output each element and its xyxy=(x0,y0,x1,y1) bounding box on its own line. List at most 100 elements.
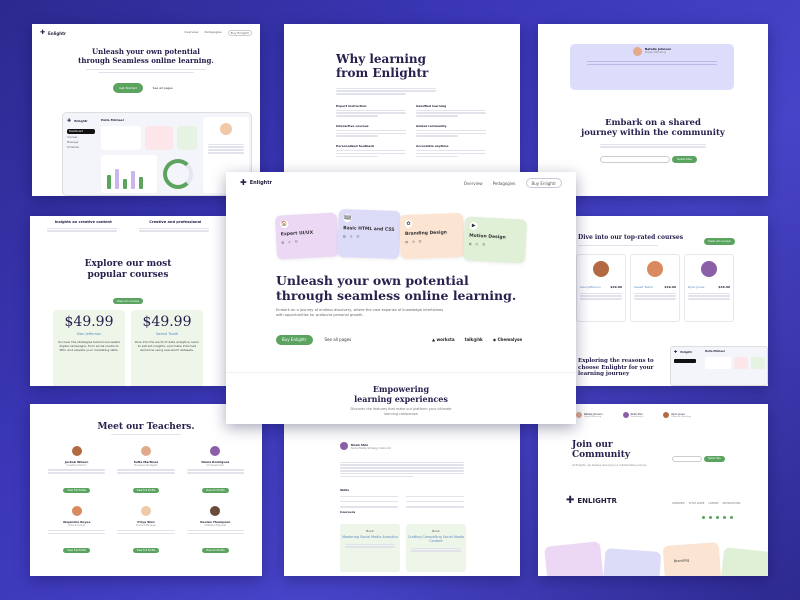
partner-logos: ▲ worksta talk@hk ◉ Chemalyse xyxy=(432,337,522,342)
preview-home-hero: ✚ Enlightr Overview Pedagogies Buy Enligh… xyxy=(32,24,260,196)
tab-insights[interactable]: Insights on creative content xyxy=(55,220,112,224)
skills-list xyxy=(340,494,464,509)
footer-card xyxy=(720,547,768,576)
course-card[interactable]: Sian Jefferson $49.99 xyxy=(576,254,626,322)
view-profile-button[interactable]: View Full Profile xyxy=(132,548,160,554)
brand-name: Enlightr xyxy=(48,30,66,36)
dashboard-nav-item[interactable]: Message xyxy=(67,141,95,144)
mini-stat xyxy=(751,357,765,369)
feature-item: Interactive courses xyxy=(336,124,406,138)
course-title: Expert UI/UX xyxy=(280,230,314,238)
email-field[interactable] xyxy=(600,156,670,163)
subscribe-button[interactable]: Subscribe xyxy=(672,156,697,163)
users-icon: ☺ xyxy=(482,242,486,247)
avatar xyxy=(140,445,151,456)
users-icon: ☺ xyxy=(418,239,422,244)
course-icon: ✿ xyxy=(404,219,413,228)
social-icon[interactable] xyxy=(716,516,719,519)
why-subtitle xyxy=(336,86,436,96)
footer-link[interactable]: INSTRUCTIONS xyxy=(722,502,740,505)
progress-ring xyxy=(163,159,193,189)
price-card[interactable]: $49.99 Sian Jefferson Uncover the strate… xyxy=(53,310,125,386)
subscribe-button[interactable]: Subscribe xyxy=(704,456,725,462)
footer-logo[interactable]: ✚ ENLIGHTR xyxy=(566,496,617,506)
preview-course-detail: Noah Shin Social Media Strategy Instructo… xyxy=(284,404,520,576)
course-card[interactable]: Ryan Jones $49.99 xyxy=(684,254,734,322)
nav-buy[interactable]: Buy Enlightr xyxy=(227,30,252,36)
brand-name: Enlightr xyxy=(249,180,273,186)
brand-logo[interactable]: ✚ Enlightr xyxy=(40,29,66,37)
chart-card xyxy=(101,155,157,193)
buy-enlightr-nav-button[interactable]: Buy Enlightr xyxy=(525,178,562,188)
hero-subtitle: Embark on a journey of endless discovery… xyxy=(276,308,444,317)
feature-item: Gamified learning xyxy=(416,104,486,118)
dashboard-nav-item[interactable]: Courses xyxy=(67,136,95,139)
price-card[interactable]: $49.99 Saeed Tsaldi Dive into the world … xyxy=(131,310,203,386)
avatar xyxy=(701,261,717,277)
avatar xyxy=(663,412,670,418)
course-card-branding[interactable]: ✿ Branding Design ▤ ◷ ☺ xyxy=(399,212,465,260)
avatar xyxy=(71,506,82,517)
course-card[interactable]: Saeed Tsaldi $49.99 xyxy=(630,254,680,322)
nav-pedagogies[interactable]: Pedagogies xyxy=(204,30,221,36)
teacher-card[interactable]: Jackob Wilson Creative Director View Full … xyxy=(44,441,109,495)
course-card-uiux[interactable]: 🏠 Expert UI/UX ▤ ◷ ☺ xyxy=(274,212,340,260)
teacher-name: Saeed Tsaldi xyxy=(634,285,653,289)
see-all-pages-button[interactable]: See all pages xyxy=(319,335,358,345)
social-icon[interactable] xyxy=(709,516,712,519)
course-card-html[interactable]: ⌨ Basic HTML and CSS ▤ ◷ ☺ xyxy=(337,208,401,260)
email-field[interactable] xyxy=(672,456,702,462)
avatar xyxy=(622,412,629,418)
teacher-card[interactable]: Diana Rodriguez UX Researcher View Full Pr… xyxy=(183,441,248,495)
mini-nav-item[interactable] xyxy=(674,359,696,363)
testimonial-quote xyxy=(587,61,717,66)
get-started-button[interactable]: Get Started xyxy=(113,83,143,94)
footer-card xyxy=(544,541,604,576)
view-profile-button[interactable]: View Full Profile xyxy=(63,548,91,554)
teacher-grid: Jackob Wilson Creative Director View Full … xyxy=(30,437,262,560)
lesson-icon: ▤ xyxy=(468,241,472,246)
footer-link[interactable]: LICENSE xyxy=(708,502,718,505)
teacher-card[interactable]: Priya Shin Product Manager View Full Profi… xyxy=(113,501,178,555)
avatar xyxy=(632,47,642,56)
footer-link[interactable]: OVERVIEW xyxy=(672,502,685,505)
social-icon[interactable] xyxy=(702,516,705,519)
teacher-card[interactable]: Alejandro Reyes Data Scientist View Full P… xyxy=(44,501,109,555)
author-role: Social Media Strategy Instructor xyxy=(351,446,392,450)
view-profile-button[interactable]: View Full Profile xyxy=(201,488,229,494)
book-card[interactable]: Book Crafting Compelling Social Media Co… xyxy=(406,524,466,572)
view-all-courses-button[interactable]: View all courses xyxy=(112,298,144,305)
price-description: Uncover the strategies behind successful… xyxy=(58,340,120,353)
book-card[interactable]: Book Mastering Social Media Analytics xyxy=(340,524,400,572)
course-card-motion[interactable]: ▶ Motion Design ▤ ◷ ☺ xyxy=(462,216,528,264)
nav-overview[interactable]: Overview xyxy=(464,181,483,186)
feature-item: Accessible anytime xyxy=(416,144,486,158)
buy-enlightr-button[interactable]: Buy Enlightr xyxy=(276,335,313,345)
dashboard-nav-item[interactable]: Dashboard xyxy=(67,129,95,134)
social-icon[interactable] xyxy=(730,516,733,519)
view-profile-button[interactable]: View Full Profile xyxy=(63,488,91,494)
book-title: Mastering Social Media Analytics xyxy=(342,535,398,539)
logo-icon: ✚ xyxy=(67,118,72,124)
view-profile-button[interactable]: View Full Profile xyxy=(201,548,229,554)
feature-item: Expert instruction xyxy=(336,104,406,118)
see-pages-button[interactable]: See all pages xyxy=(147,83,179,93)
tab-creative[interactable]: Creative and professional xyxy=(149,220,201,224)
course-title: Branding Design xyxy=(404,230,448,237)
community-title: Embark on a shared journey within the co… xyxy=(581,118,725,138)
brand-logo[interactable]: ✚ Enlightr xyxy=(240,179,272,187)
feature-list: Expert instruction Gamified learning Int… xyxy=(336,104,486,159)
nav-overview[interactable]: Overview xyxy=(184,30,198,36)
mini-stat xyxy=(734,357,748,369)
teacher-name: Ryan Jones xyxy=(688,285,705,289)
view-profile-button[interactable]: View Full Profile xyxy=(132,488,160,494)
partner-logo: ▲ worksta xyxy=(432,337,455,342)
view-all-course-button[interactable]: View all course xyxy=(704,238,735,245)
footer-link[interactable]: STYLE GUIDE xyxy=(689,502,705,505)
dashboard-nav-item[interactable]: Schedule xyxy=(67,146,95,149)
teacher-card[interactable]: Sofia Martinez Business Strategist View Fu… xyxy=(113,441,178,495)
social-icon[interactable] xyxy=(723,516,726,519)
partner-logo: talk@hk xyxy=(464,337,483,342)
teacher-card[interactable]: Declan Thompson Software Engineer View Ful… xyxy=(183,501,248,555)
nav-pedagogies[interactable]: Pedagogies xyxy=(493,181,516,186)
